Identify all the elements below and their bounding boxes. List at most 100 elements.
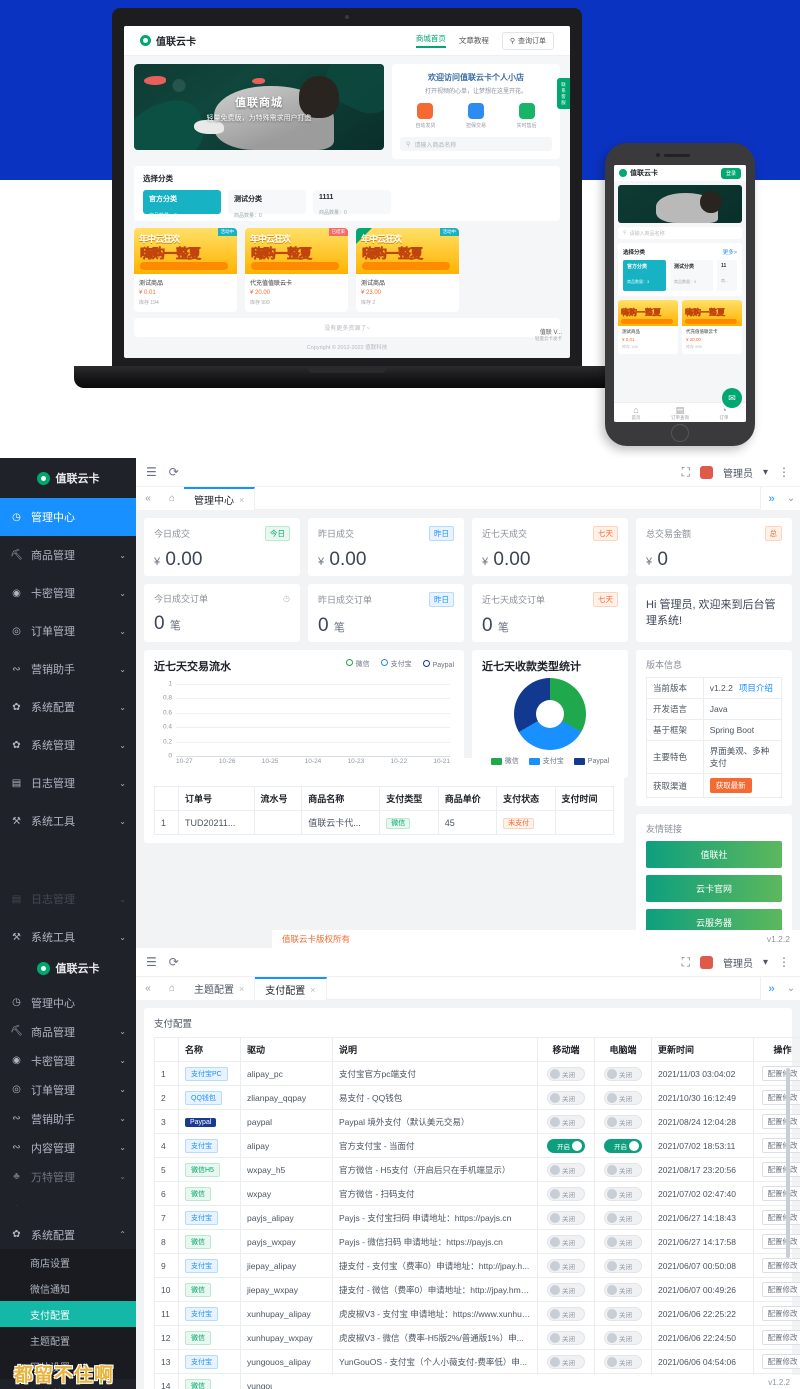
refresh-icon[interactable]: ⟳ [169, 955, 179, 969]
mobile-toggle[interactable]: 关闭 [547, 1282, 585, 1297]
phone-tab-orders[interactable]: ◔ 订单 [702, 405, 746, 421]
config-edit-button[interactable]: 配置修改 [761, 1210, 800, 1225]
tab-payment-config[interactable]: 支付配置 × [255, 977, 327, 1000]
sidebar-item-tools[interactable]: ⚒ 系统工具 ⌄ [0, 802, 136, 840]
table-row[interactable]: 6 微信 wxpay 官方微信 - 扫码支付 关闭 关闭 2021/07/02 02:47:… [154, 1181, 800, 1206]
shop-product-card-1[interactable]: 年中云狂欢 嗨购一整夏 已结束 代充值值联云卡 ¥ 20.00 库存 999 [245, 228, 348, 312]
pc-toggle[interactable]: 关闭 [604, 1210, 642, 1225]
pc-toggle[interactable]: 关闭 [604, 1162, 642, 1177]
mobile-toggle[interactable]: 关闭 [547, 1354, 585, 1369]
sidebar-item-logs-ghost[interactable]: ▤ 日志管理 ⌄ [0, 880, 136, 918]
friend-link-1[interactable]: 云卡官网 [646, 875, 782, 902]
donut-legend-paypal[interactable]: Paypal [573, 756, 609, 766]
phone-product-card-0[interactable]: 嗨购一整夏 测试商品 ¥ 0.01 库存 194 [618, 300, 678, 354]
fullscreen-icon[interactable]: ⛶ [682, 465, 690, 480]
sidebar-item-marketing[interactable]: ∾ 营销助手 ⌄ [0, 650, 136, 688]
table-row[interactable]: 10 微信 jiepay_wxpay 捷支付 - 微信（费率0）申请地址：http:/… [154, 1277, 800, 1302]
mobile-toggle[interactable]: 关闭 [547, 1234, 585, 1249]
table-row[interactable]: 13 支付宝 yungouos_alipay YunGouOS - 支付宝（个人小薇支… [154, 1349, 800, 1374]
mobile-toggle[interactable]: 开启 [547, 1138, 585, 1153]
shop-contact-support-button[interactable]: 联 系 客 服 [557, 78, 570, 110]
pc-toggle[interactable]: 开启 [604, 1138, 642, 1153]
config-edit-button[interactable]: 配置修改 [761, 1066, 800, 1081]
shop-search-input[interactable]: ⚲ 请输入商品名称 [400, 137, 552, 151]
phone-product-card-1[interactable]: 嗨购一整夏 代充值值联云卡 ¥ 20.00 库存 999 [682, 300, 742, 354]
legend-item-wechat[interactable]: 微信 [345, 659, 370, 669]
table-row[interactable]: 2 QQ钱包 zlianpay_qqpay 易支付 - QQ钱包 关闭 关闭 2021/10… [154, 1085, 800, 1110]
shop-category-card-0[interactable]: 官方分类 商品数量：3 [143, 190, 221, 219]
shop-product-card-0[interactable]: 年中云狂欢 嗨购一整夏 活动中 测试商品 ¥ 0.01 库存 194 [134, 228, 237, 312]
phone-home-button[interactable] [671, 424, 689, 442]
sidebar-item-tools-2[interactable]: ⚒ 系统工具 ⌄ [0, 918, 136, 948]
tab-scroll-left-icon[interactable]: « [136, 977, 160, 1000]
config-edit-button[interactable]: 配置修改 [761, 1186, 800, 1201]
sidebar-item-cards[interactable]: ◉ 卡密管理 ⌄ [0, 574, 136, 612]
sidebar-item-system-config[interactable]: ✿ 系统配置 ⌄ [0, 688, 136, 726]
mobile-toggle[interactable]: 关闭 [547, 1114, 585, 1129]
phone-category-more-link[interactable]: 更多> [723, 248, 737, 256]
mobile-toggle[interactable]: 关闭 [547, 1306, 585, 1321]
mobile-toggle[interactable]: 关闭 [547, 1258, 585, 1273]
table-row[interactable]: 5 微信H5 wxpay_h5 官方微信 - H5支付（开启后只在手机端显示） 关闭 关闭… [154, 1157, 800, 1182]
pc-toggle[interactable]: 关闭 [604, 1258, 642, 1273]
close-icon[interactable]: × [239, 984, 244, 994]
mobile-toggle[interactable]: 关闭 [547, 1186, 585, 1201]
pc-toggle[interactable]: 关闭 [604, 1066, 642, 1081]
tab-admin-center[interactable]: 管理中心 × [184, 487, 256, 510]
hamburger-menu-icon[interactable]: ☰ [146, 465, 157, 479]
config-edit-button[interactable]: 配置修改 [761, 1282, 800, 1297]
sidebar-item-admin-center[interactable]: ◷ 管理中心 [0, 498, 136, 536]
table-row[interactable]: 1 支付宝PC alipay_pc 支付宝官方pc端支付 关闭 关闭 2021/11/03 … [154, 1061, 800, 1086]
sidebar2-sub-payment-config[interactable]: 支付配置 [0, 1301, 136, 1327]
info-icon[interactable]: ◷ [283, 594, 290, 603]
shop-nav-home[interactable]: 商城首页 [415, 33, 446, 48]
phone-login-button[interactable]: 登录 [720, 167, 741, 179]
phone-tab-home[interactable]: ⌂ 首页 [614, 405, 658, 421]
chevron-down-icon[interactable]: ▾ [763, 957, 768, 968]
pc-toggle[interactable]: 关闭 [604, 1114, 642, 1129]
pc-toggle[interactable]: 关闭 [604, 1090, 642, 1105]
pc-toggle[interactable]: 关闭 [604, 1234, 642, 1249]
mobile-toggle[interactable]: 关闭 [547, 1090, 585, 1105]
shop-product-card-2[interactable]: 年中云狂欢 嗨购一整夏 活动中 测试商品 ¥ 23.00 库存 2 [356, 228, 459, 312]
table-row[interactable]: 3 Paypal paypal Paypal 境外支付（默认美元交易） 关闭 关闭 2021… [154, 1109, 800, 1134]
pc-toggle[interactable]: 关闭 [604, 1186, 642, 1201]
config-edit-button[interactable]: 配置修改 [761, 1090, 800, 1105]
legend-item-alipay[interactable]: 支付宝 [380, 659, 412, 669]
sidebar-item-system-manage[interactable]: ✿ 系统管理 ⌄ [0, 726, 136, 764]
sidebar2-item-marketing[interactable]: ∾ 营销助手 ⌄ [0, 1104, 136, 1133]
sidebar-item-logs[interactable]: ▤ 日志管理 ⌄ [0, 764, 136, 802]
table-row[interactable]: 1 TUD20211... 值联云卡代... 微信 45 未支付 [154, 810, 615, 835]
more-vertical-icon[interactable]: ⋮ [778, 955, 790, 969]
sidebar-item-orders[interactable]: ◎ 订单管理 ⌄ [0, 612, 136, 650]
sidebar2-sub-wechat-notify[interactable]: 微信通知 [0, 1275, 136, 1301]
mobile-toggle[interactable]: 关闭 [547, 1162, 585, 1177]
mobile-toggle[interactable]: 关闭 [547, 1210, 585, 1225]
config-edit-button[interactable]: 配置修改 [761, 1114, 800, 1129]
shop-order-query-button[interactable]: ⚲ 查询订单 [501, 31, 554, 50]
refresh-icon[interactable]: ⟳ [169, 465, 179, 479]
tab-theme-config[interactable]: 主题配置 × [184, 977, 256, 1000]
sidebar2-item-goods[interactable]: ⛏ 商品管理 ⌄ [0, 1017, 136, 1046]
config-edit-button[interactable]: 配置修改 [761, 1234, 800, 1249]
mobile-toggle[interactable]: 关闭 [547, 1066, 585, 1081]
config-edit-button[interactable]: 配置修改 [761, 1306, 800, 1321]
tab-scroll-right-icon[interactable]: » [760, 487, 782, 510]
phone-category-card-2[interactable]: 11 商... [717, 260, 737, 291]
donut-legend-wechat[interactable]: 微信 [490, 756, 519, 766]
mobile-toggle[interactable]: 关闭 [547, 1330, 585, 1345]
friend-link-0[interactable]: 值联社 [646, 841, 782, 868]
table-row[interactable]: 7 支付宝 payjs_alipay Payjs - 支付宝扫码 申请地址：https… [154, 1205, 800, 1230]
tab-scroll-right-icon[interactable]: » [760, 977, 782, 1000]
phone-tab-order-query[interactable]: ▤ 订单查询 [658, 405, 702, 421]
table-scrollbar-thumb[interactable] [786, 1068, 790, 1258]
config-edit-button[interactable]: 配置修改 [761, 1258, 800, 1273]
get-latest-button[interactable]: 获取最新 [709, 778, 752, 793]
shop-category-card-2[interactable]: 1111 商品数量：0 [313, 190, 391, 216]
sidebar-item-goods[interactable]: ⛏ 商品管理 ⌄ [0, 536, 136, 574]
phone-category-card-0[interactable]: 官方分类 商品数量：3 [623, 260, 666, 291]
sidebar2-sub-shop-settings[interactable]: 商店设置 [0, 1249, 136, 1275]
phone-category-card-1[interactable]: 测试分类 商品数量：0 [670, 260, 713, 291]
config-edit-button[interactable]: 配置修改 [761, 1162, 800, 1177]
sidebar2-item-admin-center[interactable]: ◷ 管理中心 [0, 988, 136, 1017]
